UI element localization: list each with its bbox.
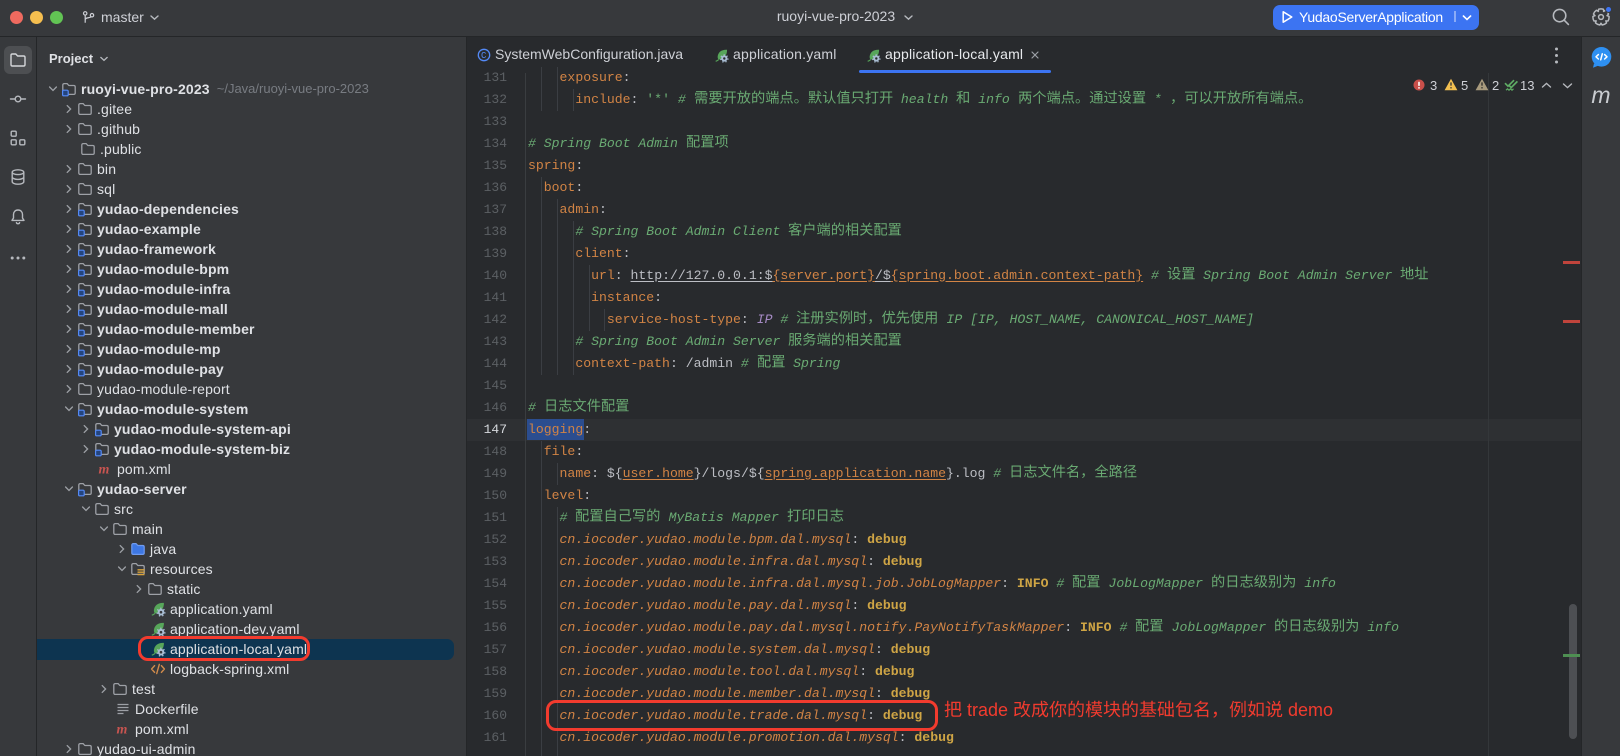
svg-text:C: C	[481, 51, 487, 61]
svg-text:m: m	[99, 463, 110, 478]
svg-text:m: m	[117, 723, 128, 738]
